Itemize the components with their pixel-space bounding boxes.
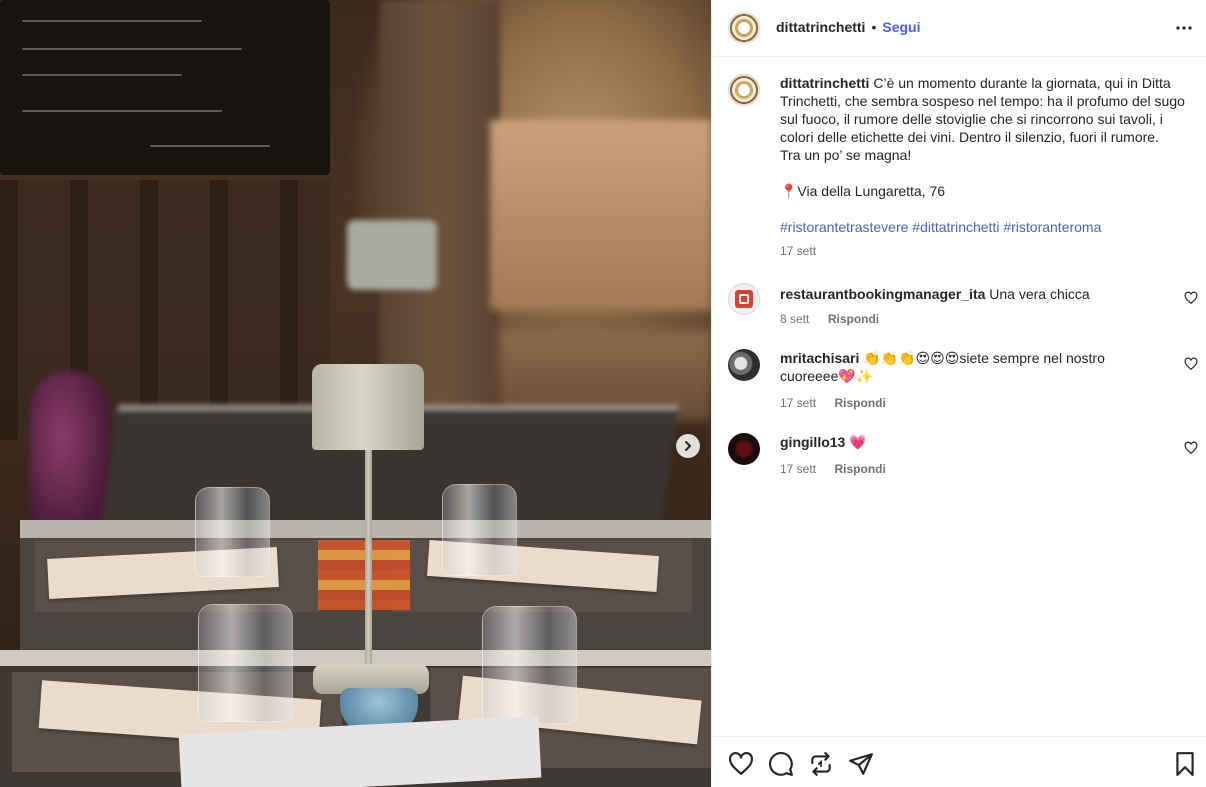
table-lamp [312, 364, 424, 450]
comment-date[interactable]: 8 sett [780, 312, 809, 326]
booking-logo-icon [735, 290, 753, 308]
author-username[interactable]: dittatrinchetti [776, 19, 865, 35]
author-avatar[interactable] [728, 12, 760, 44]
commenter-username[interactable]: restaurantbookingmanager_ita [780, 286, 985, 302]
chevron-right-icon [685, 441, 691, 451]
comment-date[interactable]: 17 sett [780, 462, 816, 476]
reply-button[interactable]: Rispondi [834, 462, 885, 476]
post-sidebar: dittatrinchetti • Segui dittatrinchetti … [711, 0, 1206, 787]
heart-icon[interactable] [728, 751, 754, 777]
heart-icon[interactable] [1184, 441, 1198, 455]
action-bar [712, 736, 1206, 787]
commenter-avatar[interactable] [728, 349, 760, 381]
post-photo[interactable] [0, 0, 711, 787]
bookmark-icon[interactable] [1172, 751, 1198, 777]
more-horizontal-icon [1176, 26, 1192, 30]
caption-text: dittatrinchetti C’è un momento durante l… [780, 74, 1190, 260]
follow-button[interactable]: Segui [882, 19, 920, 35]
next-photo-button[interactable] [676, 434, 700, 458]
reply-button[interactable]: Rispondi [834, 396, 885, 410]
glass [442, 484, 517, 576]
post-header: dittatrinchetti • Segui [712, 0, 1206, 57]
post-date[interactable]: 17 sett [780, 242, 1190, 260]
location: 📍Via della Lungaretta, 76 [780, 183, 946, 199]
share-icon[interactable] [848, 751, 874, 777]
far-lamp [347, 220, 437, 290]
hashtags[interactable]: #ristorantetrastevere #dittatrinchetti #… [780, 218, 1190, 236]
chalkboard [0, 0, 330, 175]
caption-line: Tra un po’ se magna! [780, 147, 912, 163]
heart-icon[interactable] [1184, 357, 1198, 371]
glass [195, 487, 270, 577]
repost-icon[interactable] [808, 751, 834, 777]
chair [30, 370, 110, 540]
comment-text: Una vera chicca [989, 286, 1090, 302]
comment-date[interactable]: 17 sett [780, 396, 816, 410]
commenter-username[interactable]: gingillo13 [780, 434, 845, 450]
comment-text: 💗 [849, 434, 867, 450]
glass [198, 604, 293, 722]
commenter-username[interactable]: mritachisari [780, 350, 859, 366]
commenter-avatar[interactable] [728, 433, 760, 465]
author-avatar[interactable] [728, 74, 760, 106]
comment-icon[interactable] [768, 751, 794, 777]
more-options-button[interactable] [1175, 18, 1193, 38]
glass [482, 606, 577, 724]
lamp-stem [365, 450, 372, 670]
reply-button[interactable]: Rispondi [828, 312, 879, 326]
caption-username[interactable]: dittatrinchetti [780, 75, 869, 91]
wall-light [490, 120, 711, 310]
separator-dot: • [871, 19, 877, 35]
heart-icon[interactable] [1184, 291, 1198, 305]
commenter-avatar[interactable] [728, 283, 760, 315]
table-runner [318, 540, 410, 610]
